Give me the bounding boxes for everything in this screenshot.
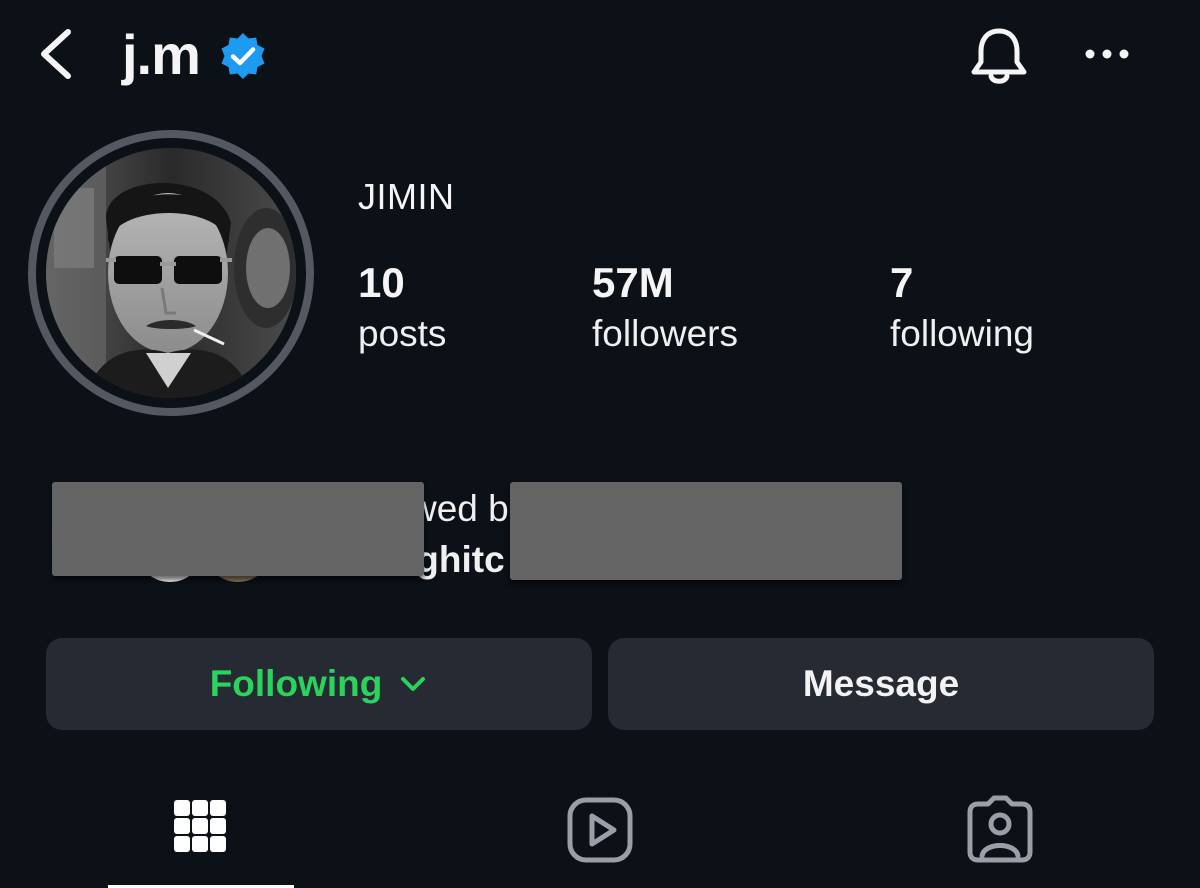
top-bar: j.m <box>0 0 1200 110</box>
posts-label: posts <box>358 313 447 354</box>
tab-reels[interactable] <box>564 794 636 866</box>
followers-count: 57M <box>592 259 674 306</box>
message-button-label: Message <box>802 663 960 704</box>
following-button[interactable]: Following <box>46 638 592 730</box>
following-count: 7 <box>890 259 914 306</box>
reels-play-icon <box>567 797 633 863</box>
redaction-box <box>52 482 424 576</box>
profile-avatar[interactable] <box>46 148 296 398</box>
chevron-down-icon <box>401 677 426 691</box>
tab-posts-grid[interactable] <box>164 794 236 866</box>
profile-username: j.m <box>122 23 201 86</box>
profile-display-name: JIMIN <box>358 176 455 217</box>
followers-stat[interactable]: 57M followers <box>592 258 738 360</box>
bell-icon <box>971 28 1027 84</box>
grid-icon <box>174 800 226 852</box>
notifications-button[interactable] <box>966 24 1032 90</box>
more-dots-icon <box>1085 49 1129 59</box>
followed-by-text: wed b <box>410 488 509 529</box>
message-button[interactable]: Message <box>608 638 1154 730</box>
followed-by-section[interactable]: wed b ighitc <box>40 470 940 590</box>
following-button-label: Following <box>209 663 383 704</box>
redaction-box <box>510 482 902 580</box>
more-options-button[interactable] <box>1082 34 1132 74</box>
back-button[interactable] <box>34 24 78 84</box>
tab-tagged[interactable] <box>964 794 1036 866</box>
posts-stat[interactable]: 10 posts <box>358 258 446 360</box>
following-label: following <box>890 313 1034 354</box>
avatar-photo <box>46 148 296 398</box>
posts-count: 10 <box>358 259 405 306</box>
chevron-left-icon <box>41 29 71 79</box>
tagged-person-icon <box>967 795 1033 863</box>
verified-badge-icon <box>221 33 265 79</box>
followers-label: followers <box>592 313 738 354</box>
following-stat[interactable]: 7 following <box>890 258 1034 360</box>
